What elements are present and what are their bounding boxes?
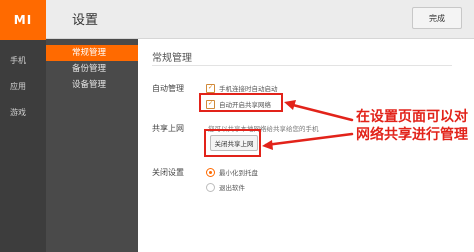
auto-start-option[interactable]: ✓ 手机连接时自动启动 [206, 83, 278, 93]
settings-nav: 常规管理 备份管理 设备管理 [46, 39, 138, 252]
done-button[interactable]: 完成 [412, 7, 462, 29]
minimize-to-tray-option[interactable]: 最小化到托盘 [206, 167, 258, 177]
section-title: 常规管理 [152, 53, 192, 64]
highlight-share-button [204, 129, 261, 157]
settings-header: 设置 完成 [46, 0, 474, 39]
minimize-to-tray-radio[interactable] [206, 167, 215, 177]
highlight-auto-share [199, 93, 283, 112]
share-network-label: 共享上网 [152, 124, 184, 133]
app-sidebar: MI 手机 应用 游戏 [0, 0, 46, 252]
settings-content: 常规管理 自动管理 ✓ 手机连接时自动启动 ✓ 自动开启共享网络 共享上网 您可… [138, 39, 474, 252]
app-nav-item-phone[interactable]: 手机 [0, 48, 46, 74]
minimize-to-tray-label: 最小化到托盘 [219, 169, 258, 177]
app-nav-item-games[interactable]: 游戏 [0, 100, 46, 126]
settings-nav-item-backup[interactable]: 备份管理 [46, 61, 138, 77]
exit-app-label: 退出软件 [219, 184, 245, 192]
exit-app-option[interactable]: 退出软件 [206, 182, 245, 192]
settings-nav-item-device[interactable]: 设备管理 [46, 77, 138, 93]
page-title: 设置 [72, 13, 99, 28]
auto-start-label: 手机连接时自动启动 [219, 85, 278, 93]
app-nav-item-apps[interactable]: 应用 [0, 74, 46, 100]
section-divider [152, 65, 452, 66]
close-settings-label: 关闭设置 [152, 168, 184, 177]
settings-nav-item-general[interactable]: 常规管理 [46, 45, 138, 61]
auto-start-checkbox[interactable]: ✓ [206, 83, 215, 93]
annotation-text: 在设置页面可以对网络共享进行管理 [356, 109, 468, 143]
app-nav: 手机 应用 游戏 [0, 48, 46, 126]
mi-logo: MI [0, 0, 46, 40]
auto-manage-label: 自动管理 [152, 84, 184, 93]
logo-text: MI [13, 13, 33, 27]
exit-app-radio[interactable] [206, 182, 215, 192]
